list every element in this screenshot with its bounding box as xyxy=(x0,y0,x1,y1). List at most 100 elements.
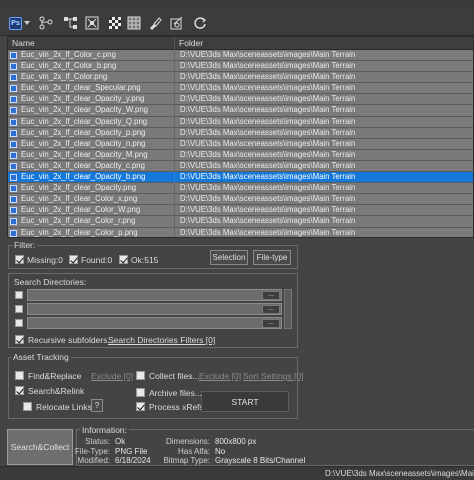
cell-name: Euc_vin_2x_lf_Color_b.png xyxy=(8,61,175,73)
cell-name: Euc_vin_2x_lf_clear_Opacity_W.png xyxy=(8,105,175,117)
status-bar: D:\VUE\3ds Max\sceneassets\images\Main T… xyxy=(0,466,474,480)
relocate-links-label: Relocate Links xyxy=(36,402,92,412)
cell-name: Euc_vin_2x_lf_clear_Color_x.png xyxy=(8,194,175,206)
recursive-label: Recursive subfolders... xyxy=(28,335,115,345)
cell-folder: D:\VUE\3ds Max\sceneassets\images\Main T… xyxy=(180,61,356,71)
search-dir-checkbox-1[interactable] xyxy=(15,291,23,299)
sort-settings-link[interactable]: Sort Settings [0] xyxy=(243,371,303,381)
photoshop-badge: Ps xyxy=(9,16,22,30)
has-alfa-label: Has Alfa: xyxy=(177,447,210,456)
toolbar: Ps xyxy=(0,0,474,36)
cell-folder: D:\VUE\3ds Max\sceneassets\images\Main T… xyxy=(180,149,356,159)
table-row[interactable]: Euc_vin_2x_lf_clear_Opacity_b.png D:\VUE\… xyxy=(8,172,473,184)
search-dir-field-1[interactable]: ... xyxy=(27,289,282,301)
cell-folder: D:\VUE\3ds Max\sceneassets\images\Main T… xyxy=(180,205,356,215)
search-collect-button[interactable]: Search&Collect xyxy=(7,429,73,465)
exclude-link-2[interactable]: Exclude [0] xyxy=(199,371,241,381)
branch-icon[interactable] xyxy=(39,14,53,32)
table-row[interactable]: Euc_vin_2x_lf_clear_Opacity_p.png D:\VUE\… xyxy=(8,127,473,139)
process-xrefs-label: Process xRefs xyxy=(149,402,204,412)
cell-folder: D:\VUE\3ds Max\sceneassets\images\Main T… xyxy=(180,50,356,59)
recursive-checkbox[interactable] xyxy=(15,335,24,344)
cell-name: Euc_vin_2x_lf_clear_Opacity_M.png xyxy=(8,149,175,161)
cell-folder: D:\VUE\3ds Max\sceneassets\images\Main T… xyxy=(180,194,356,204)
help-button[interactable]: ? xyxy=(91,399,103,412)
has-alfa-value: No xyxy=(215,447,226,456)
table-row[interactable]: Euc_vin_2x_lf_clear_Opacity_c.png D:\VUE\… xyxy=(8,160,473,173)
table-header: Name Folder xyxy=(8,37,473,50)
column-header-name[interactable]: Name xyxy=(8,37,175,50)
fit-icon[interactable] xyxy=(85,14,99,32)
table-row[interactable]: Euc_vin_2x_lf_Color_b.png D:\VUE\3ds Max\… xyxy=(8,61,473,73)
table-row[interactable]: Euc_vin_2x_lf_clear_Color_r.png D:\VUE\3d… xyxy=(8,216,473,228)
cell-folder: D:\VUE\3ds Max\sceneassets\images\Main T… xyxy=(180,138,356,148)
cell-name: Euc_vin_2x_lf_clear_Opacity.png xyxy=(8,183,175,195)
missing-checkbox[interactable] xyxy=(15,255,24,264)
tree-icon[interactable] xyxy=(63,14,79,32)
filetype-button[interactable]: File-type xyxy=(253,250,291,265)
search-dir-field-2[interactable]: ... xyxy=(27,303,282,315)
browse-button-1[interactable]: ... xyxy=(262,291,280,300)
find-replace-label: Find&Replace xyxy=(28,371,82,381)
archive-files-checkbox[interactable] xyxy=(136,388,145,397)
table-row[interactable]: Euc_vin_2x_lf_clear_Color_x.png D:\VUE\3d… xyxy=(8,194,473,206)
find-replace-checkbox[interactable] xyxy=(15,371,24,380)
cell-folder: D:\VUE\3ds Max\sceneassets\images\Main T… xyxy=(180,183,356,193)
collect-files-label: Collect files... xyxy=(149,371,200,381)
dropdown-arrow-icon[interactable] xyxy=(24,14,30,32)
cell-name: Euc_vin_2x_lf_clear_Color_W.png xyxy=(8,205,175,217)
cell-name: Euc_vin_2x_lf_clear_Opacity_y.png xyxy=(8,94,175,106)
status-path: D:\VUE\3ds Max\sceneassets\images\Main T… xyxy=(325,469,474,478)
search-dir-checkbox-3[interactable] xyxy=(15,319,23,327)
search-dir-field-3[interactable]: ... xyxy=(27,317,282,329)
relocate-links-checkbox[interactable] xyxy=(23,402,32,411)
highlight-icon[interactable] xyxy=(148,14,162,32)
filetype-label: File-Type: xyxy=(74,447,110,456)
table-row[interactable]: Euc_vin_2x_lf_clear_Opacity_n.png D:\VUE\… xyxy=(8,138,473,150)
table-row[interactable]: Euc_vin_2x_lf_clear_Opacity_y.png D:\VUE\… xyxy=(8,94,473,106)
dimensions-label: Dimensions: xyxy=(165,437,210,446)
table-row[interactable]: Euc_vin_2x_lf_clear_Opacity_Q.png D:\VUE\… xyxy=(8,116,473,128)
status-label: Status: xyxy=(85,437,110,446)
modified-label: Modified: xyxy=(77,456,110,465)
collect-files-checkbox[interactable] xyxy=(136,371,145,380)
cell-name: Euc_vin_2x_lf_Color.png xyxy=(8,72,175,84)
grid-icon[interactable] xyxy=(127,14,141,32)
table-row[interactable]: Euc_vin_2x_lf_clear_Specular.png D:\VUE\3… xyxy=(8,83,473,95)
process-xrefs-checkbox[interactable] xyxy=(136,402,145,411)
found-label: Found:0 xyxy=(81,255,113,265)
exclude-link-1[interactable]: Exclude [0] xyxy=(91,371,133,381)
start-button[interactable]: START xyxy=(201,391,289,412)
search-relink-checkbox[interactable] xyxy=(15,386,24,395)
column-header-folder[interactable]: Folder xyxy=(175,37,473,50)
table-row[interactable]: Euc_vin_2x_lf_clear_Color_W.png D:\VUE\3d… xyxy=(8,205,473,217)
cell-name: Euc_vin_2x_lf_Color_c.png xyxy=(8,50,175,61)
asset-table[interactable]: Name Folder Euc_vin_2x_lf_Color_c.png D:\… xyxy=(7,36,474,238)
cell-name: Euc_vin_2x_lf_clear_Opacity_n.png xyxy=(8,138,175,150)
cell-folder: D:\VUE\3ds Max\sceneassets\images\Main T… xyxy=(180,216,356,226)
search-dirs-scrollbar[interactable] xyxy=(284,289,292,329)
scissors-icon[interactable] xyxy=(170,14,184,32)
search-dir-checkbox-2[interactable] xyxy=(15,305,23,313)
photoshop-icon[interactable]: Ps xyxy=(9,14,22,32)
table-row[interactable]: Euc_vin_2x_lf_clear_Opacity_W.png D:\VUE\… xyxy=(8,105,473,117)
search-dirs-filters-link[interactable]: Search Directories Filters [0] xyxy=(108,335,215,345)
table-row[interactable]: Euc_vin_2x_lf_Color.png D:\VUE\3ds Max\sc… xyxy=(8,72,473,84)
cell-name: Euc_vin_2x_lf_clear_Opacity_c.png xyxy=(8,160,175,172)
search-directories-title: Search Directories: xyxy=(14,277,87,287)
cell-folder: D:\VUE\3ds Max\sceneassets\images\Main T… xyxy=(180,116,356,126)
browse-button-2[interactable]: ... xyxy=(262,305,280,314)
table-row[interactable]: Euc_vin_2x_lf_clear_Color_p.png D:\VUE\3d… xyxy=(8,227,473,237)
table-row[interactable]: Euc_vin_2x_lf_Color_c.png D:\VUE\3ds Max\… xyxy=(8,50,473,62)
ok-checkbox[interactable] xyxy=(119,255,128,264)
refresh-icon[interactable] xyxy=(193,14,207,32)
cell-folder: D:\VUE\3ds Max\sceneassets\images\Main T… xyxy=(180,172,356,182)
table-row[interactable]: Euc_vin_2x_lf_clear_Opacity_M.png D:\VUE\… xyxy=(8,149,473,161)
table-row[interactable]: Euc_vin_2x_lf_clear_Opacity.png D:\VUE\3d… xyxy=(8,183,473,195)
found-checkbox[interactable] xyxy=(69,255,78,264)
selection-button[interactable]: Selection xyxy=(210,250,248,265)
browse-button-3[interactable]: ... xyxy=(262,319,280,328)
checker-icon[interactable] xyxy=(108,14,122,32)
table-body: Euc_vin_2x_lf_Color_c.png D:\VUE\3ds Max\… xyxy=(8,50,473,237)
search-relink-label: Search&Relink xyxy=(28,386,85,396)
